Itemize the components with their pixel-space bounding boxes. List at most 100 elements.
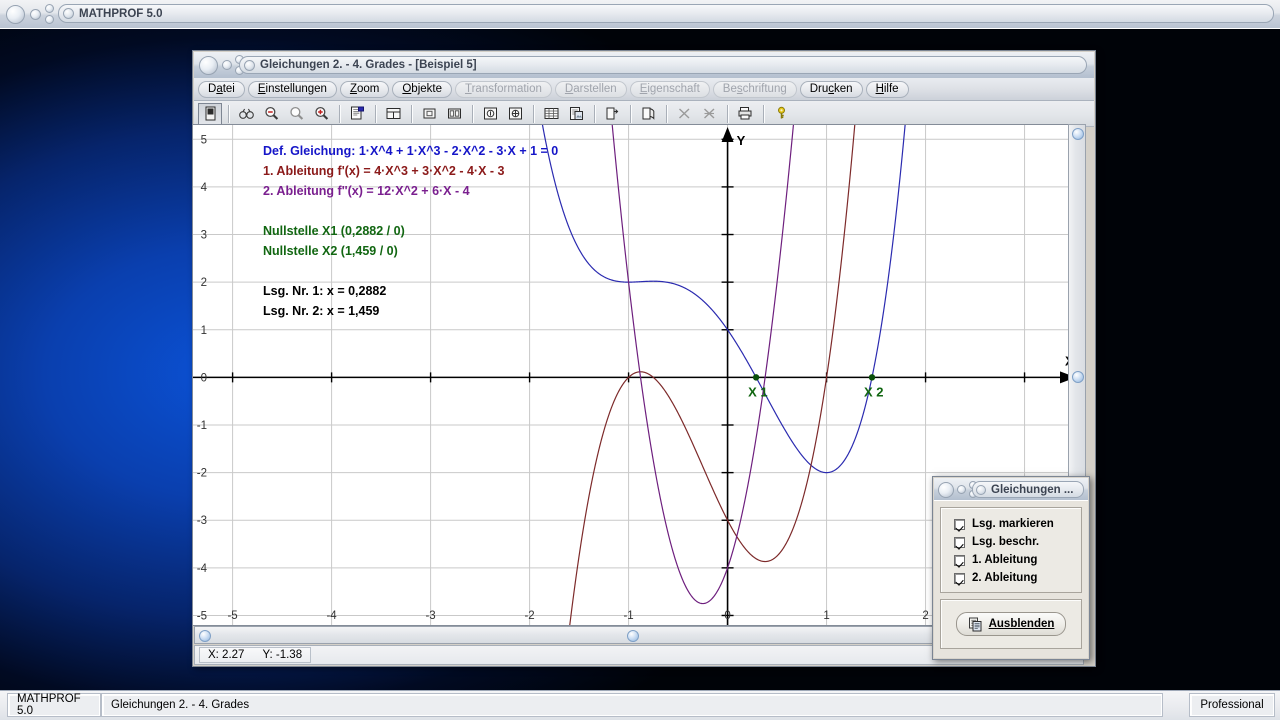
checkbox-1[interactable]	[954, 536, 965, 548]
toolbar-copy-pages-icon[interactable]	[636, 103, 660, 125]
annotation-0: Def. Gleichung: 1·X^4 + 1·X^3 - 2·X^2 - …	[263, 144, 558, 158]
menu-item-objekte[interactable]: Objekte	[392, 80, 452, 98]
y-tick-label: -4	[197, 563, 208, 575]
checkbox-0[interactable]	[954, 518, 965, 530]
x-tick-label: -4	[326, 610, 337, 622]
menu-item-einstellungen[interactable]: Einstellungen	[247, 80, 337, 98]
toolbar-separator	[594, 104, 595, 123]
annotation-5: Lsg. Nr. 1: x = 0,2882	[263, 284, 386, 298]
graph-window-title-text: Gleichungen 2. - 4. Grades - [Beispiel 5…	[260, 59, 477, 71]
menu-item-zoom[interactable]: Zoom	[339, 80, 390, 98]
option-row[interactable]: 2. Ableitung	[954, 569, 1081, 587]
root-marker-0	[752, 374, 760, 381]
vertical-scroll-up-thumb[interactable]	[1072, 128, 1084, 140]
menu-item-darstellen: Darstellen	[554, 80, 627, 98]
toolbar-zoom-in-icon[interactable]	[309, 103, 333, 125]
toolbar-separator	[533, 104, 534, 123]
coordinate-x: X: 2.27	[208, 649, 245, 661]
menu-item-label: Zoom	[349, 83, 380, 95]
x-tick-label: -5	[227, 610, 237, 622]
menu-item-beschriftung: Beschriftung	[712, 80, 797, 98]
app-window-minimize-button[interactable]	[30, 8, 41, 20]
checkbox-2[interactable]	[954, 554, 965, 566]
options-dialog-titlebar: Gleichungen ...	[934, 478, 1088, 501]
toolbar-target-circle-icon[interactable]	[503, 103, 527, 125]
toolbar-single-panel-icon[interactable]	[417, 103, 441, 125]
toolbar-mode-toggle-icon[interactable]	[198, 102, 222, 125]
toolbar-separator	[666, 104, 667, 123]
horizontal-scroll-left-thumb[interactable]	[199, 630, 211, 642]
app-window-maximize-button[interactable]	[45, 4, 54, 13]
options-dialog: Gleichungen ... Lsg. markieren Lsg. besch…	[932, 476, 1090, 660]
toolbar-zoom-out-icon[interactable]	[259, 103, 283, 125]
toolbar-dual-panel-icon[interactable]	[442, 103, 466, 125]
toolbar-export-icon[interactable]	[600, 103, 624, 125]
app-window-restore-button[interactable]	[45, 15, 54, 24]
x-tick-label: -1	[623, 610, 633, 622]
toolbar-separator	[630, 104, 631, 123]
y-tick-label: 5	[201, 134, 207, 146]
toolbar-separator	[375, 104, 376, 123]
toolbar-separator	[763, 104, 764, 123]
options-dialog-title-pill: Gleichungen ...	[972, 481, 1084, 498]
toolbar-table-icon[interactable]	[539, 103, 563, 125]
toolbar-clear-one-icon[interactable]	[672, 103, 696, 125]
status-context: Gleichungen 2. - 4. Grades	[102, 694, 1162, 716]
toolbar-clear-all-icon[interactable]	[697, 103, 721, 125]
y-tick-label: -5	[197, 610, 207, 622]
menu-item-label: Drucken	[809, 83, 853, 95]
plot-annotations: Def. Gleichung: 1·X^4 + 1·X^3 - 2·X^2 - …	[263, 144, 558, 318]
plot-curves	[541, 125, 906, 625]
y-axis-label: Y	[737, 133, 746, 148]
graph-window-close-button[interactable]	[199, 55, 218, 75]
option-row[interactable]: Lsg. beschr.	[954, 533, 1081, 551]
horizontal-scroll-thumb[interactable]	[627, 630, 639, 642]
app-icon	[63, 8, 74, 19]
checkbox-3[interactable]	[954, 572, 965, 584]
dialog-minimize-button[interactable]	[957, 485, 966, 494]
toolbar-properties-icon[interactable]	[345, 103, 369, 125]
toolbar-info-circle-icon[interactable]	[478, 103, 502, 125]
vertical-scroll-thumb[interactable]	[1072, 371, 1084, 383]
option-row[interactable]: Lsg. markieren	[954, 515, 1081, 533]
options-action-group: Ausblenden	[940, 599, 1082, 649]
screen-root: MATHPROF 5.0 Gleichungen 2. - 4. Grades …	[0, 0, 1280, 720]
options-dialog-icon	[976, 484, 986, 495]
menu-item-label: Datei	[208, 83, 235, 95]
toolbar-document-image-icon[interactable]	[564, 103, 588, 125]
toolbar-binoculars-icon[interactable]	[234, 103, 258, 125]
toolbar-help-key-icon[interactable]	[769, 103, 793, 125]
graph-window-icon	[244, 59, 255, 71]
graph-window-title-pill: Gleichungen 2. - 4. Grades - [Beispiel 5…	[239, 56, 1087, 74]
status-app-name: MATHPROF 5.0	[8, 693, 100, 717]
toolbar-print-icon[interactable]	[733, 103, 757, 125]
checkbox-label: Lsg. markieren	[972, 518, 1054, 530]
menu-item-drucken[interactable]: Drucken	[799, 80, 863, 98]
hide-button[interactable]: Ausblenden	[955, 612, 1067, 636]
plot-tick-labels: -5-4-3-2-10123543210-1-2-3-4-5	[197, 134, 1028, 622]
options-dialog-title-text: Gleichungen ...	[991, 483, 1074, 496]
x-tick-label: -3	[425, 610, 435, 622]
y-tick-label: 4	[201, 182, 208, 194]
coordinate-readout: X: 2.27 Y: -1.38	[199, 647, 312, 663]
menu-item-label: Darstellen	[564, 83, 617, 95]
toolbar-separator	[727, 104, 728, 123]
y-tick-label: 3	[201, 230, 207, 242]
toolbar-zoom-reset-icon[interactable]	[284, 103, 308, 125]
menu-bar: Datei Einstellungen Zoom Objekte Transformat…	[194, 78, 1094, 101]
menu-item-hilfe[interactable]: Hilfe	[865, 80, 909, 98]
toolbar-layout-split-icon[interactable]	[381, 103, 405, 125]
app-window-close-button[interactable]	[6, 4, 25, 24]
graph-window-minimize-button[interactable]	[222, 60, 232, 70]
curve-series-2	[611, 125, 795, 605]
y-tick-label: -3	[197, 515, 207, 527]
option-row[interactable]: 1. Ableitung	[954, 551, 1081, 569]
menu-item-eigenschaft: Eigenschaft	[629, 80, 710, 98]
root-label-0: X 1	[748, 384, 768, 399]
menu-item-datei[interactable]: Datei	[198, 80, 245, 98]
app-title-pill: MATHPROF 5.0	[58, 4, 1274, 23]
dialog-close-button[interactable]	[938, 481, 954, 498]
toolbar-separator	[228, 104, 229, 123]
coordinate-y: Y: -1.38	[262, 649, 303, 661]
y-tick-label: 0	[201, 372, 207, 384]
